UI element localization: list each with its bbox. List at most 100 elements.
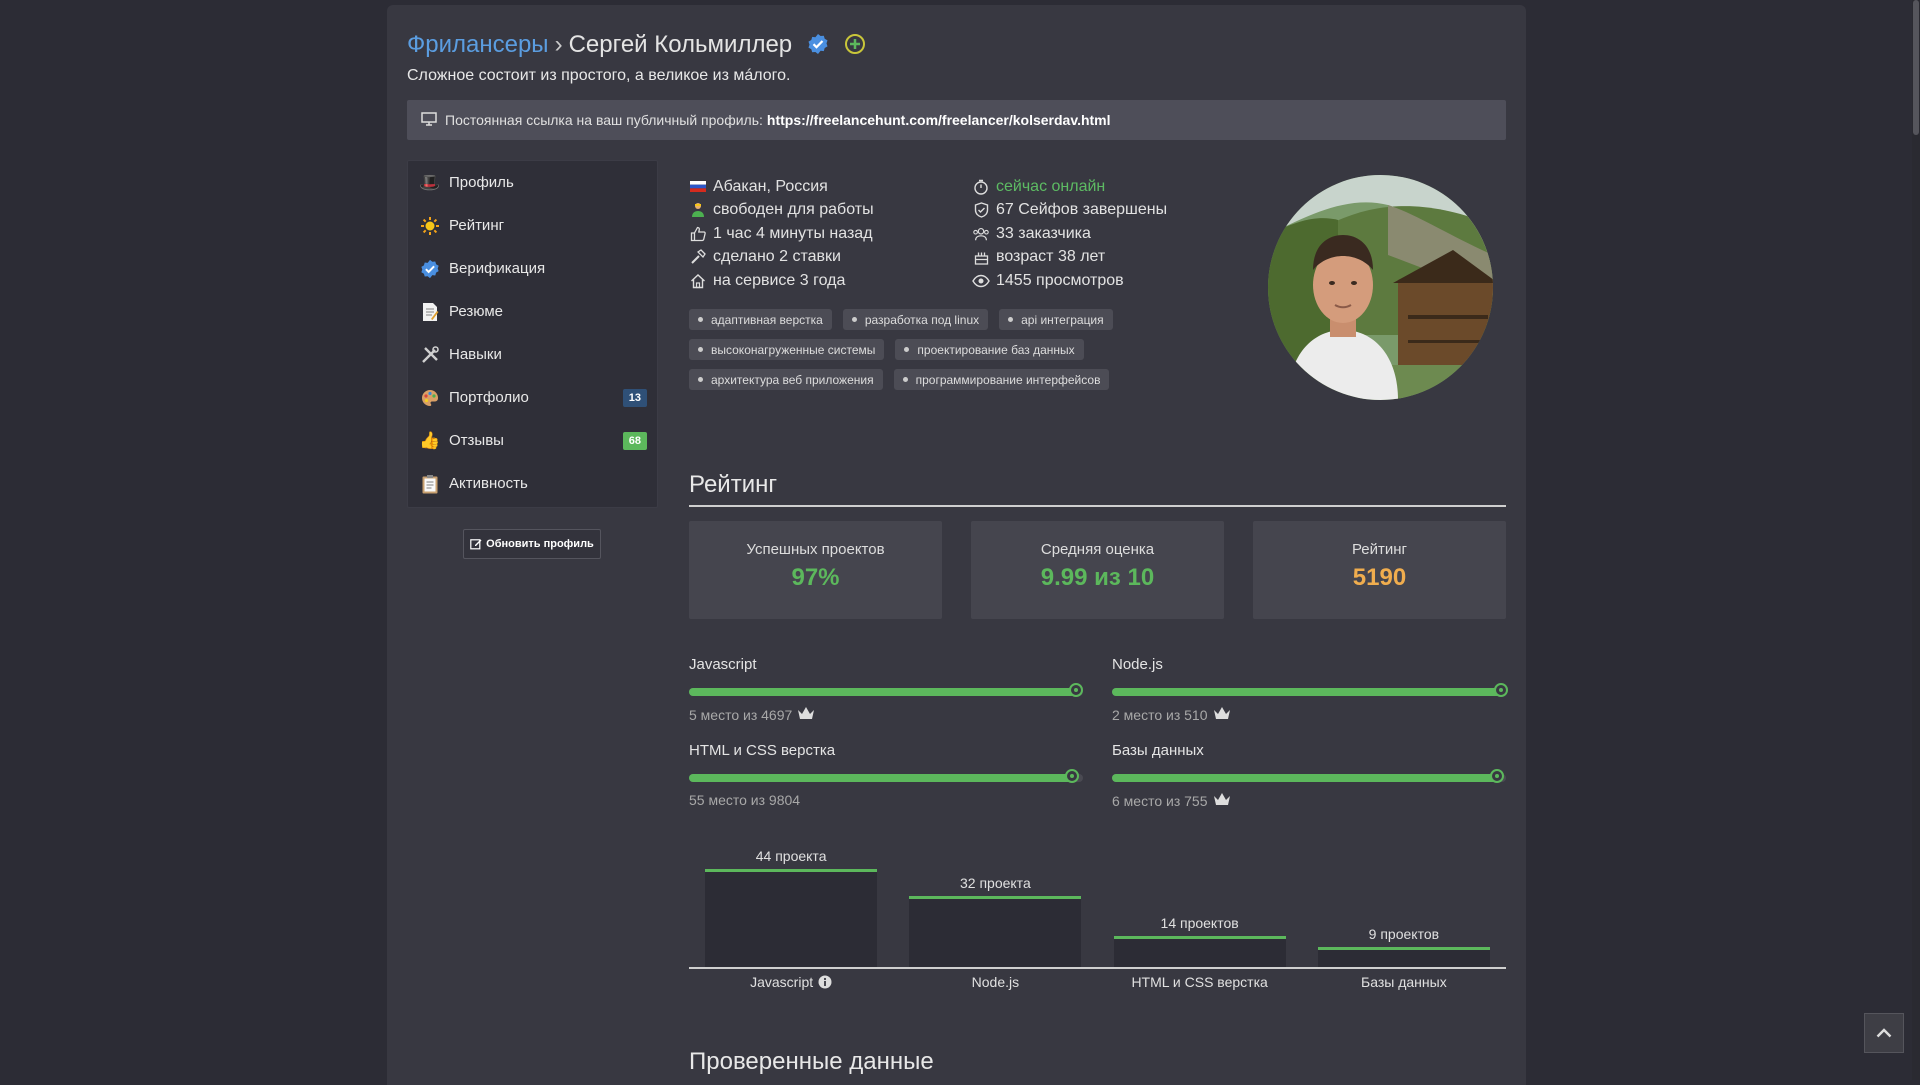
breadcrumb-freelancers-link[interactable]: Фрилансеры xyxy=(407,31,549,58)
skill-tag[interactable]: адаптивная верстка xyxy=(689,309,832,330)
sidebar-item-skills[interactable]: Навыки xyxy=(408,333,657,376)
skill-tag[interactable]: разработка под linux xyxy=(842,309,989,330)
chart-data-label: 44 проекта xyxy=(755,848,827,864)
skill-tag[interactable]: высоконагруженные системы xyxy=(689,339,885,360)
update-profile-label: Обновить профиль xyxy=(486,538,594,550)
stat-success-projects: Успешных проектов 97% xyxy=(689,521,942,619)
info-text: 33 заказчика xyxy=(996,224,1091,242)
info-list-left: Абакан, Россия свободен для работы 1 час… xyxy=(689,175,874,293)
clipboard-icon xyxy=(419,473,441,495)
projects-bar-chart: 44 проекта Javascript 32 проекта Node.js 14 … xyxy=(689,845,1506,990)
page-scrollbar[interactable] xyxy=(1912,0,1920,1080)
sidebar-item-label: Навыки xyxy=(449,346,502,363)
scrollbar-thumb[interactable] xyxy=(1913,0,1919,135)
skill-tag[interactable]: программирование интерфейсов xyxy=(893,369,1110,390)
freelancer-name: Сергей Кольмиллер xyxy=(568,31,793,58)
sidebar-item-rating[interactable]: Рейтинг xyxy=(408,204,657,247)
map-pin-icon xyxy=(1065,769,1080,783)
section-divider xyxy=(689,505,1506,507)
sidebar-item-label: Рейтинг xyxy=(449,217,505,234)
avatar xyxy=(1268,175,1493,400)
skill-rank: 55 место из 9804 xyxy=(689,792,1083,808)
skill-rank-databases: Базы данных 6 место из 755 xyxy=(1112,742,1506,809)
chart-category-text: Node.js xyxy=(971,974,1020,990)
skill-rank-text: 55 место из 9804 xyxy=(689,792,801,808)
verified-icon xyxy=(419,258,441,280)
sidebar-item-label: Верификация xyxy=(449,260,546,277)
sidebar-item-resume[interactable]: Резюме xyxy=(408,290,657,333)
sidebar-item-profile[interactable]: 🎩 Профиль xyxy=(408,161,657,204)
chart-data-label: 9 проектов xyxy=(1368,926,1440,942)
profile-sidebar: 🎩 Профиль Рейтинг Верификация Резюме Нав… xyxy=(407,160,658,508)
skill-name: Node.js xyxy=(1112,656,1163,673)
skill-name: HTML и CSS верстка xyxy=(689,742,836,759)
scroll-to-top-button[interactable] xyxy=(1864,1013,1904,1053)
skill-tag[interactable]: архитектура веб приложения xyxy=(689,369,883,390)
sidebar-item-verification[interactable]: Верификация xyxy=(408,247,657,290)
thumbs-up-outline-icon xyxy=(689,226,707,242)
chart-bar xyxy=(705,869,878,967)
palette-icon xyxy=(419,387,441,409)
stat-average-score: Средняя оценка 9.99 из 10 xyxy=(971,521,1224,619)
skill-tag[interactable]: api интеграция xyxy=(999,309,1113,330)
chart-baseline xyxy=(689,967,1506,969)
stat-label: Успешных проектов xyxy=(746,541,885,558)
skill-tag[interactable]: проектирование баз данных xyxy=(895,339,1084,360)
sidebar-item-label: Резюме xyxy=(449,303,503,320)
hammer-icon xyxy=(689,249,707,265)
sidebar-item-activity[interactable]: Активность xyxy=(408,462,657,505)
permalink-url[interactable]: https://freelancehunt.com/freelancer/kol… xyxy=(767,112,1111,128)
profile-icon: 🎩 xyxy=(419,172,441,192)
skill-progress-track xyxy=(689,769,1083,783)
cake-icon xyxy=(972,249,990,265)
permalink-bar: Постоянная ссылка на ваш публичный профи… xyxy=(407,100,1506,140)
tools-icon xyxy=(419,344,441,366)
skill-rank-javascript: Javascript 5 место из 4697 xyxy=(689,656,1084,723)
skill-progress-track xyxy=(1112,769,1506,783)
crown-icon xyxy=(797,706,815,723)
map-pin-icon xyxy=(1494,683,1509,697)
skill-progress-track xyxy=(689,683,1084,697)
map-pin-icon xyxy=(1490,769,1505,783)
chevron-up-icon xyxy=(1876,1028,1892,1038)
flag-russia-icon xyxy=(689,181,707,193)
sidebar-item-portfolio[interactable]: Портфолио 13 xyxy=(408,376,657,419)
chart-data-label: 32 проекта xyxy=(960,875,1031,891)
chart-data-label: 14 проектов xyxy=(1160,915,1239,931)
chart-category-text: Базы данных xyxy=(1361,974,1447,990)
users-icon xyxy=(972,226,990,242)
page-title: Фрилансеры › Сергей Кольмиллер xyxy=(407,31,866,62)
skill-progress-track xyxy=(1112,683,1509,697)
skill-rank-text: 5 место из 4697 xyxy=(689,706,793,723)
skill-rank: 2 место из 510 xyxy=(1112,706,1506,723)
info-service-age: на сервисе 3 года xyxy=(689,269,874,293)
info-icon[interactable] xyxy=(818,975,832,989)
stat-value: 5190 xyxy=(1352,564,1407,591)
skill-name: Базы данных xyxy=(1112,742,1204,759)
profile-tagline: Сложное состоит из простого, а великое и… xyxy=(407,67,791,84)
info-text: сделано 2 ставки xyxy=(713,248,841,266)
stat-rating: Рейтинг 5190 xyxy=(1253,521,1506,619)
thumbs-up-icon: 👍 xyxy=(419,430,441,450)
edit-icon xyxy=(470,539,482,550)
profile-page: Фрилансеры › Сергей Кольмиллер Сложное сос… xyxy=(387,5,1526,1085)
sidebar-item-reviews[interactable]: 👍 Отзывы 68 xyxy=(408,419,657,462)
info-clients: 33 заказчика xyxy=(972,222,1167,246)
skill-progress-fill xyxy=(1112,688,1505,696)
chart-category-text: HTML и CSS верстка xyxy=(1131,974,1268,990)
info-text: Абакан, Россия xyxy=(713,177,828,195)
chart-bar xyxy=(1113,936,1286,967)
info-text: сейчас онлайн xyxy=(996,177,1106,195)
info-age: возраст 38 лет xyxy=(972,246,1167,270)
stat-label: Рейтинг xyxy=(1351,541,1408,558)
skill-rank: 5 место из 4697 xyxy=(689,706,1083,723)
add-favorite-icon[interactable] xyxy=(844,33,866,62)
rating-section-title: Рейтинг xyxy=(689,471,778,498)
info-views: 1455 просмотров xyxy=(972,269,1167,293)
update-profile-button[interactable]: Обновить профиль xyxy=(463,529,601,559)
skill-rank-html-css: HTML и CSS верстка 55 место из 9804 xyxy=(689,742,1083,808)
info-bids: сделано 2 ставки xyxy=(689,246,874,270)
skill-rank-text: 6 место из 755 xyxy=(1112,792,1208,809)
worker-icon xyxy=(689,202,707,218)
info-last-seen: 1 час 4 минуты назад xyxy=(689,222,874,246)
